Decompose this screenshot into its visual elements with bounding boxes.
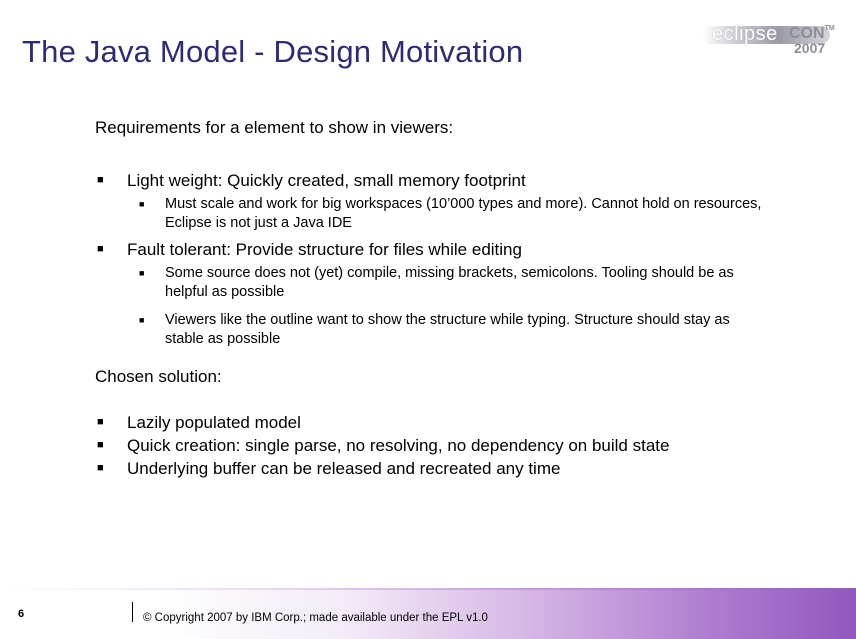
bullet-icon: ■ [97,462,104,474]
sub-bullet-item: ■ Some source does not (yet) compile, mi… [95,264,765,302]
bullet-icon: ■ [97,416,104,428]
bullet-item: ■ Fault tolerant: Provide structure for … [95,238,795,261]
sub-bullet-text: Some source does not (yet) compile, miss… [165,265,734,300]
sub-bullet-text: Viewers like the outline want to show th… [165,312,730,347]
bullet-icon: ■ [97,439,104,451]
slide-body: Requirements for a element to show in vi… [95,118,795,480]
logo-year: 2007 [794,40,826,56]
bullet-item: ■ Underlying buffer can be released and … [95,457,795,480]
bullet-item: ■ Lazily populated model [95,411,795,434]
bullet-text: Underlying buffer can be released and re… [127,459,561,478]
eclipsecon-logo: eclipse CONTM 2007 [694,20,844,62]
bullet-icon: ■ [97,174,104,186]
sub-bullet-icon: ■ [139,268,145,278]
footer-divider [132,602,133,622]
logo-word: eclipse [712,23,778,45]
bullet-text: Fault tolerant: Provide structure for fi… [127,240,522,259]
sub-bullet-icon: ■ [139,315,145,325]
sub-bullet-item: ■ Must scale and work for big workspaces… [95,195,765,233]
sub-bullet-item: ■ Viewers like the outline want to show … [95,311,765,349]
bullet-text: Quick creation: single parse, no resolvi… [127,436,670,455]
footer-accent-line [0,588,856,590]
page-number: 6 [18,608,25,620]
logo-tm: TM [824,25,835,32]
sub-bullet-icon: ■ [139,199,145,209]
sub-bullet-text: Must scale and work for big workspaces (… [165,196,762,231]
bullet-item: ■ Quick creation: single parse, no resol… [95,434,795,457]
bullet-icon: ■ [97,243,104,255]
requirements-heading: Requirements for a element to show in vi… [95,118,454,137]
solution-heading: Chosen solution: [95,367,222,386]
copyright-notice: © Copyright 2007 by IBM Corp.; made avai… [143,612,488,624]
bullet-text: Light weight: Quickly created, small mem… [127,171,526,190]
slide-title: The Java Model - Design Motivation [22,34,524,69]
bullet-text: Lazily populated model [127,413,301,432]
bullet-item: ■ Light weight: Quickly created, small m… [95,169,795,192]
